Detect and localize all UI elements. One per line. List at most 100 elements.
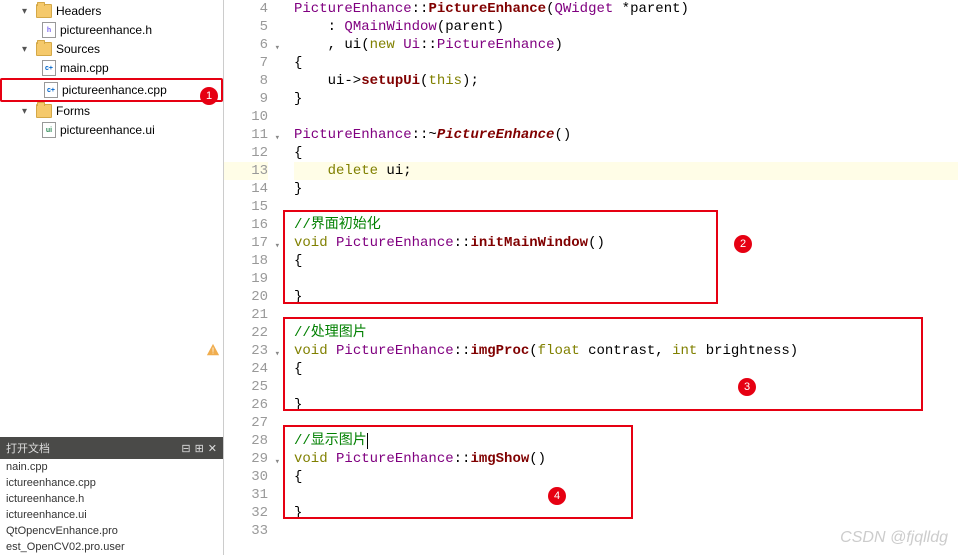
tree-label: main.cpp bbox=[60, 61, 109, 75]
open-doc-item[interactable]: est_OpenCV02.pro.user bbox=[0, 539, 223, 555]
expand-arrow-icon: ▾ bbox=[22, 44, 32, 55]
open-documents-list: nain.cpp ictureenhance.cpp ictureenhance… bbox=[0, 459, 223, 555]
code-line bbox=[294, 378, 958, 396]
code-line bbox=[294, 108, 958, 126]
tree-label: pictureenhance.cpp bbox=[62, 83, 167, 97]
code-line: } bbox=[294, 288, 958, 306]
code-area[interactable]: PictureEnhance::PictureEnhance(QWidget *… bbox=[276, 0, 958, 555]
project-tree: ▾ Headers h pictureenhance.h ▾ Sources c… bbox=[0, 0, 223, 142]
open-doc-item[interactable]: nain.cpp bbox=[0, 459, 223, 475]
line-number: 26 bbox=[224, 396, 268, 414]
line-number: 15 bbox=[224, 198, 268, 216]
code-line: PictureEnhance::PictureEnhance(QWidget *… bbox=[294, 0, 958, 18]
code-line bbox=[294, 522, 958, 540]
annotation-badge-3: 3 bbox=[738, 378, 756, 396]
line-number: 31 bbox=[224, 486, 268, 504]
code-line: { bbox=[294, 54, 958, 72]
code-line bbox=[294, 306, 958, 324]
tree-label: pictureenhance.h bbox=[60, 23, 152, 37]
code-line: } bbox=[294, 396, 958, 414]
code-editor[interactable]: 4 5 6▾ 7 8 9 10 11▾ 12 13 14 15 16 17▾ 1… bbox=[224, 0, 958, 555]
warning-icon[interactable]: ! bbox=[206, 343, 220, 363]
tree-folder-sources[interactable]: ▾ Sources bbox=[0, 40, 223, 58]
tree-folder-forms[interactable]: ▾ Forms bbox=[0, 102, 223, 120]
annotation-badge-1: 1 bbox=[200, 87, 218, 105]
line-number: 25 bbox=[224, 378, 268, 396]
line-number: 16 bbox=[224, 216, 268, 234]
line-number: !23▾ bbox=[224, 342, 268, 360]
code-line: //处理图片 bbox=[294, 324, 958, 342]
tree-file-ui[interactable]: ui pictureenhance.ui bbox=[0, 120, 223, 140]
open-docs-title: 打开文档 bbox=[6, 440, 50, 456]
header-file-icon: h bbox=[42, 22, 56, 38]
open-doc-item[interactable]: ictureenhance.h bbox=[0, 491, 223, 507]
line-number: 5 bbox=[224, 18, 268, 36]
code-line: } bbox=[294, 180, 958, 198]
open-doc-item[interactable]: ictureenhance.ui bbox=[0, 507, 223, 523]
code-line: PictureEnhance::~PictureEnhance() bbox=[294, 126, 958, 144]
close-icon[interactable]: ✕ bbox=[208, 442, 217, 455]
tree-label: Forms bbox=[56, 104, 90, 118]
code-line: //显示图片 bbox=[294, 432, 958, 450]
folder-icon bbox=[36, 4, 52, 18]
project-tree-panel: ▾ Headers h pictureenhance.h ▾ Sources c… bbox=[0, 0, 224, 555]
open-doc-item[interactable]: QtOpencvEnhance.pro bbox=[0, 523, 223, 539]
ui-file-icon: ui bbox=[42, 122, 56, 138]
open-doc-item[interactable]: ictureenhance.cpp bbox=[0, 475, 223, 491]
tree-file-header[interactable]: h pictureenhance.h bbox=[0, 20, 223, 40]
folder-icon bbox=[36, 104, 52, 118]
code-line bbox=[294, 198, 958, 216]
expand-arrow-icon: ▾ bbox=[22, 6, 32, 17]
code-line: { bbox=[294, 360, 958, 378]
code-line: { bbox=[294, 468, 958, 486]
line-number: 4 bbox=[224, 0, 268, 18]
line-number: 17▾ bbox=[224, 234, 268, 252]
expand-arrow-icon: ▾ bbox=[22, 106, 32, 117]
code-line: { bbox=[294, 144, 958, 162]
code-line: void PictureEnhance::initMainWindow() bbox=[294, 234, 958, 252]
code-line bbox=[294, 486, 958, 504]
line-number-gutter: 4 5 6▾ 7 8 9 10 11▾ 12 13 14 15 16 17▾ 1… bbox=[224, 0, 276, 555]
split-icon[interactable]: ⊟ bbox=[181, 442, 190, 455]
code-line: ui->setupUi(this); bbox=[294, 72, 958, 90]
code-line bbox=[294, 270, 958, 288]
line-number: 29▾ bbox=[224, 450, 268, 468]
line-number: 18 bbox=[224, 252, 268, 270]
tree-folder-headers[interactable]: ▾ Headers bbox=[0, 2, 223, 20]
add-icon[interactable]: ⊞ bbox=[195, 442, 204, 455]
line-number: 11▾ bbox=[224, 126, 268, 144]
line-number: 27 bbox=[224, 414, 268, 432]
line-number: 12 bbox=[224, 144, 268, 162]
line-number: 8 bbox=[224, 72, 268, 90]
line-number: 6▾ bbox=[224, 36, 268, 54]
code-line: //界面初始化 bbox=[294, 216, 958, 234]
line-number: 9 bbox=[224, 90, 268, 108]
line-number: 32 bbox=[224, 504, 268, 522]
folder-icon bbox=[36, 42, 52, 56]
tree-file-main-cpp[interactable]: c+ main.cpp bbox=[0, 58, 223, 78]
line-number: 20 bbox=[224, 288, 268, 306]
line-number: 7 bbox=[224, 54, 268, 72]
line-number: 14 bbox=[224, 180, 268, 198]
line-number: 33 bbox=[224, 522, 268, 540]
code-line bbox=[294, 414, 958, 432]
code-line: } bbox=[294, 90, 958, 108]
line-number: 24 bbox=[224, 360, 268, 378]
code-line: delete ui; bbox=[294, 162, 958, 180]
tree-label: Headers bbox=[56, 4, 101, 18]
code-line: } bbox=[294, 504, 958, 522]
tree-file-pictureenhance-cpp[interactable]: c+ pictureenhance.cpp bbox=[0, 78, 223, 102]
code-line: , ui(new Ui::PictureEnhance) bbox=[294, 36, 958, 54]
annotation-badge-4: 4 bbox=[548, 487, 566, 505]
header-controls: ⊟ ⊞ ✕ bbox=[181, 442, 217, 455]
tree-label: pictureenhance.ui bbox=[60, 123, 155, 137]
code-line: : QMainWindow(parent) bbox=[294, 18, 958, 36]
code-line: { bbox=[294, 252, 958, 270]
code-line: void PictureEnhance::imgProc(float contr… bbox=[294, 342, 958, 360]
line-number: 10 bbox=[224, 108, 268, 126]
line-number: 22 bbox=[224, 324, 268, 342]
code-line: void PictureEnhance::imgShow() bbox=[294, 450, 958, 468]
svg-text:!: ! bbox=[210, 347, 215, 357]
line-number: 21 bbox=[224, 306, 268, 324]
line-number: 28 bbox=[224, 432, 268, 450]
